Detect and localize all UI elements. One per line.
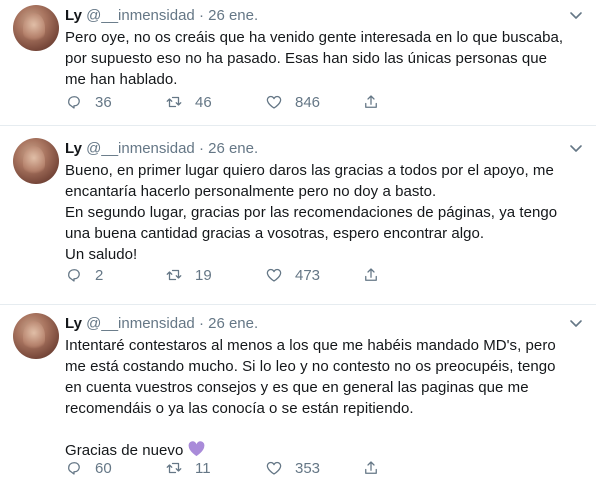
divider (0, 125, 596, 126)
reply-count: 60 (95, 459, 112, 477)
like-button[interactable]: 846 (265, 92, 320, 112)
like-icon (266, 268, 282, 282)
reply-icon (68, 269, 80, 282)
share-icon (365, 268, 377, 281)
tweet-text-body: Intentaré contestaros al menos a los que… (65, 337, 556, 459)
reply-button[interactable]: 36 (65, 92, 112, 112)
tweet-3[interactable]: Ly @__inmensidad · 26 ene. Intentaré con… (0, 313, 596, 488)
author-handle[interactable]: @__inmensidad (86, 315, 195, 332)
like-icon (266, 461, 282, 475)
tweet-text: Bueno, en primer lugar quiero daros las … (65, 162, 558, 263)
separator-dot: · (198, 315, 204, 332)
tweet-text: Intentaré contestaros al menos a los que… (65, 335, 590, 461)
share-button[interactable] (362, 458, 392, 478)
like-count: 473 (295, 266, 321, 284)
retweet-count: 19 (195, 266, 212, 284)
tweet-header: Ly @__inmensidad · 26 ene. (65, 315, 258, 333)
tweet-date[interactable]: 26 ene. (208, 315, 258, 332)
separator-dot: · (198, 7, 204, 24)
author-handle[interactable]: @__inmensidad (86, 7, 195, 24)
tweet-2[interactable]: Ly @__inmensidad · 26 ene. Bueno, en pri… (0, 138, 596, 298)
tweet-date[interactable]: 26 ene. (208, 140, 258, 157)
chevron-down-icon[interactable] (568, 315, 584, 331)
avatar[interactable] (13, 313, 59, 359)
share-icon (365, 461, 377, 474)
chevron-down-icon[interactable] (568, 140, 584, 156)
tweet-date[interactable]: 26 ene. (208, 7, 258, 24)
reply-button[interactable]: 2 (65, 265, 103, 285)
like-button[interactable]: 353 (265, 458, 320, 478)
retweet-button[interactable]: 19 (165, 265, 212, 285)
tweet-actions: 36 46 846 (65, 92, 405, 112)
retweet-count: 46 (195, 93, 212, 111)
share-icon (365, 95, 377, 108)
tweet-header: Ly @__inmensidad · 26 ene. (65, 140, 258, 158)
tweet-actions: 60 11 353 (65, 458, 405, 478)
like-count: 353 (295, 459, 321, 477)
author-name[interactable]: Ly (65, 140, 82, 157)
purple-heart-emoji (188, 441, 204, 457)
tweet-actions: 2 19 473 (65, 265, 405, 285)
like-icon (266, 95, 282, 109)
reply-icon (68, 96, 80, 109)
avatar[interactable] (13, 138, 59, 184)
author-name[interactable]: Ly (65, 7, 82, 24)
retweet-button[interactable]: 11 (165, 458, 211, 478)
chevron-down-icon[interactable] (568, 7, 584, 23)
author-name[interactable]: Ly (65, 315, 82, 332)
retweet-icon (166, 462, 182, 474)
divider (0, 304, 596, 305)
reply-icon (68, 462, 80, 475)
author-handle[interactable]: @__inmensidad (86, 140, 195, 157)
reply-count: 36 (95, 93, 112, 111)
share-button[interactable] (362, 92, 392, 112)
retweet-count: 11 (195, 459, 211, 477)
retweet-icon (166, 269, 182, 281)
tweet-text: Pero oye, no os creáis que ha venido gen… (65, 29, 564, 88)
reply-button[interactable]: 60 (65, 458, 112, 478)
like-count: 846 (295, 93, 321, 111)
retweet-button[interactable]: 46 (165, 92, 212, 112)
retweet-icon (166, 96, 182, 108)
avatar[interactable] (13, 5, 59, 51)
tweet-header: Ly @__inmensidad · 26 ene. (65, 7, 258, 25)
separator-dot: · (198, 140, 204, 157)
reply-count: 2 (95, 266, 104, 284)
like-button[interactable]: 473 (265, 265, 320, 285)
share-button[interactable] (362, 265, 392, 285)
tweet-1[interactable]: Ly @__inmensidad · 26 ene. Pero oye, no … (0, 5, 596, 117)
